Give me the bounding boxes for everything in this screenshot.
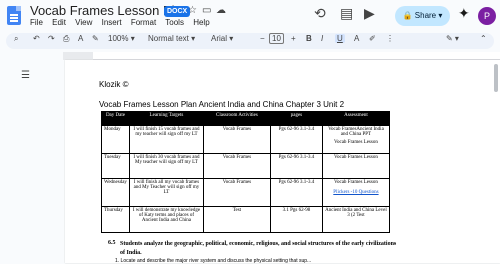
- day-cell: Thursday: [101, 206, 130, 233]
- comments-icon[interactable]: ▤: [340, 5, 353, 22]
- gemini-icon[interactable]: ✦: [458, 5, 470, 22]
- menu-bar: File Edit View Insert Format Tools Help: [30, 18, 217, 27]
- star-icon[interactable]: ☆: [188, 5, 197, 16]
- collapse-menus-icon[interactable]: ⌃: [480, 34, 487, 43]
- activity-cell: Vocab Frames: [202, 178, 271, 207]
- font-value: Arial: [211, 34, 228, 43]
- copyright-line: Klozik ©: [99, 80, 129, 89]
- redo-icon[interactable]: ↷: [48, 34, 55, 43]
- table-header-row: Day Date Learning Targets Classroom Acti…: [101, 111, 390, 126]
- menu-file[interactable]: File: [30, 18, 43, 27]
- pages-cell: Pgs 62-96 3.1-3.4: [269, 178, 323, 207]
- menu-tools[interactable]: Tools: [165, 18, 184, 27]
- day-cell: Monday: [101, 125, 130, 154]
- font-select[interactable]: Arial ▾: [211, 34, 233, 43]
- increase-size-icon[interactable]: +: [291, 34, 296, 43]
- section-number: 6.5: [108, 240, 116, 246]
- zoom-value: 100%: [108, 34, 129, 43]
- bullet-line: 1. Locate and describe the major river s…: [115, 258, 312, 264]
- pages-cell: Pgs 62-96 3.1-3.4: [269, 153, 323, 179]
- activity-cell: Vocab Frames: [202, 125, 271, 154]
- target-cell: I will demonstrate my knowledge of Katy …: [128, 206, 204, 233]
- history-icon[interactable]: ⟲: [314, 5, 326, 22]
- cloud-status-icon[interactable]: ☁: [216, 5, 226, 16]
- day-cell: Tuesday: [101, 153, 130, 179]
- table-row: Wednesday I will finish all my vocab fra…: [101, 178, 390, 207]
- table-header: Day Date: [101, 111, 130, 126]
- plickers-link[interactable]: Plickers -10 Questions: [325, 190, 387, 195]
- print-icon[interactable]: ⎙: [63, 34, 69, 44]
- highlight-icon[interactable]: ✐: [369, 34, 376, 43]
- font-size-input[interactable]: 10: [269, 33, 284, 44]
- menu-format[interactable]: Format: [131, 18, 156, 27]
- avatar[interactable]: P: [478, 7, 496, 25]
- underline-icon[interactable]: U: [335, 34, 345, 43]
- activity-cell: Test: [202, 206, 271, 233]
- search-icon[interactable]: ⌕: [14, 34, 18, 44]
- style-value: Normal text: [148, 34, 189, 43]
- assessment-text: Vocab Frames Lesson: [334, 140, 378, 145]
- move-folder-icon[interactable]: ▭: [202, 5, 211, 16]
- style-select[interactable]: Normal text ▾: [148, 34, 195, 43]
- doc-heading: Vocab Frames Lesson Plan Ancient India a…: [99, 100, 345, 109]
- toolbar: ⌕ ↶ ↷ ⎙ A ✎ 100% ▾ Normal text ▾ Arial ▾…: [6, 33, 494, 49]
- title-bar: Vocab Frames Lesson Plan DOCX ☆ ▭ ☁ File…: [0, 0, 500, 32]
- assessment-cell: Vocab FramesAncient India and China PPT V…: [321, 125, 390, 154]
- table-header: Assessment: [321, 111, 390, 126]
- assessment-text: Vocab FramesAncient India and China PPT: [328, 127, 384, 137]
- text-color-icon[interactable]: A: [354, 34, 359, 43]
- table-row: Thursday I will demonstrate my knowledge…: [101, 206, 390, 233]
- table-row: Monday I will finish 15 vocab frames and…: [101, 125, 390, 154]
- table-header: Learning Targets: [128, 111, 204, 126]
- pages-cell: 3.1 Pgs 62-98: [269, 206, 323, 233]
- zoom-select[interactable]: 100% ▾: [108, 34, 135, 43]
- lesson-table: Day Date Learning Targets Classroom Acti…: [101, 111, 390, 233]
- scrollbar[interactable]: [494, 64, 498, 92]
- target-cell: I will finish 15 vocab frames and my tea…: [128, 125, 204, 154]
- section-text: Students analyze the geographic, politic…: [120, 241, 397, 256]
- standard-section: 6.5 Students analyze the geographic, pol…: [108, 240, 396, 256]
- meet-icon[interactable]: ▶: [364, 5, 375, 22]
- share-label: Share: [414, 11, 437, 20]
- day-cell: Wednesday: [101, 178, 130, 207]
- menu-edit[interactable]: Edit: [52, 18, 66, 27]
- editing-mode-icon[interactable]: ✎ ▾: [446, 34, 459, 43]
- docx-badge: DOCX: [164, 6, 191, 17]
- bold-icon[interactable]: B: [306, 34, 312, 43]
- more-options-icon[interactable]: ⋮: [386, 34, 394, 43]
- undo-icon[interactable]: ↶: [33, 34, 40, 43]
- menu-help[interactable]: Help: [193, 18, 209, 27]
- paint-format-icon[interactable]: ✎: [92, 34, 99, 43]
- ruler[interactable]: [63, 52, 500, 60]
- assessment-text: Vocab Frames Lesson: [334, 180, 378, 185]
- activity-cell: Vocab Frames: [202, 153, 271, 179]
- target-cell: I will finish 30 vocab frames and My tea…: [128, 153, 204, 179]
- decrease-size-icon[interactable]: −: [260, 34, 265, 43]
- assessment-cell: Vocab Frames Lesson: [321, 153, 390, 179]
- ruler-margin: [63, 52, 93, 60]
- assessment-cell: Ancient India and China Level 3 (2 Test: [321, 206, 390, 233]
- docs-logo-icon[interactable]: [7, 6, 21, 25]
- outline-icon[interactable]: ☰: [21, 70, 30, 81]
- assessment-cell: Vocab Frames Lesson Plickers -10 Question…: [321, 178, 390, 207]
- target-cell: I will finish all my vocab frames and My…: [128, 178, 204, 207]
- lock-icon: 🔒: [402, 11, 415, 20]
- menu-view[interactable]: View: [75, 18, 92, 27]
- spellcheck-icon[interactable]: A: [78, 34, 83, 43]
- table-header: Classroom Activities: [202, 111, 271, 126]
- italic-icon[interactable]: I: [321, 34, 323, 43]
- menu-insert[interactable]: Insert: [102, 18, 122, 27]
- pages-cell: Pgs 62-96 3.1-3.4: [269, 125, 323, 154]
- table-row: Tuesday I will finish 30 vocab frames an…: [101, 153, 390, 179]
- table-header: pages: [269, 111, 323, 126]
- share-button[interactable]: 🔒 Share ▾: [395, 6, 450, 26]
